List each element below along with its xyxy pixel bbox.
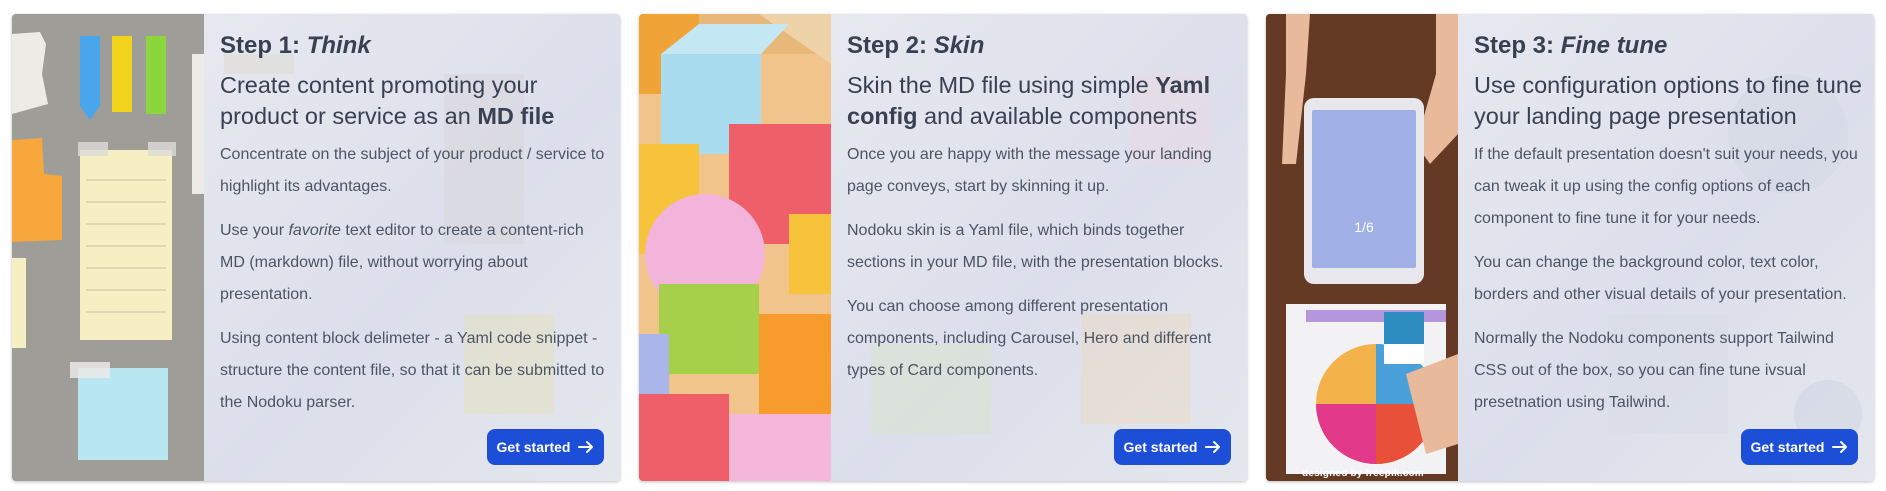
card-content: Step 2: Skin Skin the MD file using simp… (831, 14, 1247, 481)
card-image-design-desk: 1/6 designed by freepik.com (1266, 14, 1458, 481)
card-headline: Use configuration options to fine tune y… (1474, 70, 1866, 133)
step-prefix: Step 3: (1474, 32, 1555, 59)
card-paragraph: Using content block delimeter - a Yaml c… (220, 323, 612, 419)
card-headline: Create content promoting your product or… (220, 70, 612, 133)
paragraph-text: Once you are happy with the message your… (847, 146, 1212, 196)
svg-text:1/6: 1/6 (1354, 219, 1374, 235)
step-card-skin: Step 2: Skin Skin the MD file using simp… (639, 14, 1247, 481)
get-started-button[interactable]: Get started (1114, 429, 1231, 465)
card-paragraph: If the default presentation doesn't suit… (1474, 139, 1866, 235)
paragraph-text: You can choose among different presentat… (847, 298, 1212, 380)
card-paragraph: Nodoku skin is a Yaml file, which binds … (847, 215, 1239, 279)
card-paragraph: Use your favorite text editor to create … (220, 215, 612, 311)
card-content: Step 3: Fine tune Use configuration opti… (1458, 14, 1874, 481)
get-started-label: Get started (1750, 439, 1825, 455)
paragraph-text: If the default presentation doesn't suit… (1474, 146, 1858, 228)
step-card-fine-tune: 1/6 designed by freepik.com Step 3: Fine… (1266, 14, 1874, 481)
arrow-right-icon (578, 441, 594, 453)
paragraph-text: Normally the Nodoku components support T… (1474, 330, 1834, 412)
headline-text: Skin the MD file using simple (847, 71, 1156, 98)
step-prefix: Step 2: (847, 32, 928, 59)
paragraph-text: Concentrate on the subject of your produ… (220, 146, 605, 196)
design-desk-illustration: 1/6 (1266, 14, 1458, 481)
notes-board-illustration (12, 14, 204, 481)
card-paragraph: Concentrate on the subject of your produ… (220, 139, 612, 203)
card-paragraph: You can change the background color, tex… (1474, 247, 1866, 311)
toy-blocks-illustration (639, 14, 831, 481)
step-name: Think (306, 32, 371, 59)
paragraph-text: Use your (220, 222, 289, 240)
image-credit: designed by freepik.com (1302, 468, 1424, 479)
step-title: Step 3: Fine tune (1474, 32, 1866, 60)
get-started-label: Get started (1123, 439, 1198, 455)
step-name: Skin (933, 32, 985, 59)
card-paragraph: Once you are happy with the message your… (847, 139, 1239, 203)
paragraph-text: Using content block delimeter - a Yaml c… (220, 330, 605, 412)
card-headline: Skin the MD file using simple Yaml confi… (847, 70, 1239, 133)
card-paragraph: Normally the Nodoku components support T… (1474, 323, 1866, 419)
get-started-label: Get started (496, 439, 571, 455)
card-content: Step 1: Think Create content promoting y… (204, 14, 620, 481)
card-image-blocks (639, 14, 831, 481)
get-started-button[interactable]: Get started (487, 429, 604, 465)
arrow-right-icon (1832, 441, 1848, 453)
headline-text-end: and available components (917, 103, 1198, 130)
paragraph-italic: favorite (288, 222, 341, 240)
headline-text: Use configuration options to fine tune y… (1474, 71, 1863, 130)
steps-row: Step 1: Think Create content promoting y… (0, 0, 1886, 491)
paragraph-text: You can change the background color, tex… (1474, 254, 1847, 304)
card-image-notes-board (12, 14, 204, 481)
paragraph-text: Nodoku skin is a Yaml file, which binds … (847, 222, 1224, 272)
arrow-right-icon (1205, 441, 1221, 453)
step-name: Fine tune (1560, 32, 1668, 59)
headline-emphasis: MD file (477, 103, 555, 130)
step-title: Step 1: Think (220, 32, 612, 60)
get-started-button[interactable]: Get started (1741, 429, 1858, 465)
card-paragraph: You can choose among different presentat… (847, 291, 1239, 387)
step-prefix: Step 1: (220, 32, 301, 59)
step-title: Step 2: Skin (847, 32, 1239, 60)
step-card-think: Step 1: Think Create content promoting y… (12, 14, 620, 481)
